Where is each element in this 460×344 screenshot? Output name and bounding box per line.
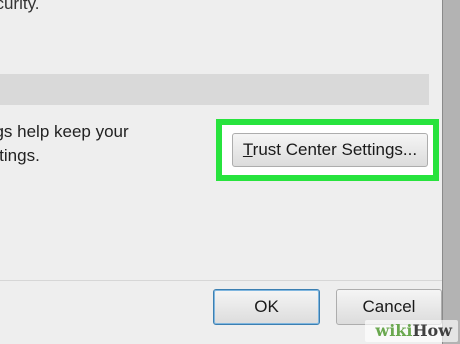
background-strip [443, 0, 460, 344]
ok-button[interactable]: OK [213, 289, 320, 325]
watermark-how: How [412, 321, 452, 340]
trust-center-dialog: ecurity. ngs help keep your ettings. Tru… [0, 0, 442, 344]
footer-divider [0, 280, 442, 281]
security-text: ecurity. [0, 0, 40, 13]
description-line-1: ngs help keep your [0, 122, 129, 141]
wikihow-watermark: wikiHow [365, 320, 458, 342]
watermark-wiki: wiki [375, 321, 413, 340]
trust-center-accelerator: T [242, 140, 253, 159]
section-header-bar [0, 74, 429, 105]
trust-center-description: ngs help keep your ettings. [0, 120, 205, 168]
description-line-2: ettings. [0, 146, 40, 165]
trust-center-settings-button[interactable]: Trust Center Settings... [232, 133, 428, 167]
trust-center-label: rust Center Settings... [252, 140, 418, 159]
